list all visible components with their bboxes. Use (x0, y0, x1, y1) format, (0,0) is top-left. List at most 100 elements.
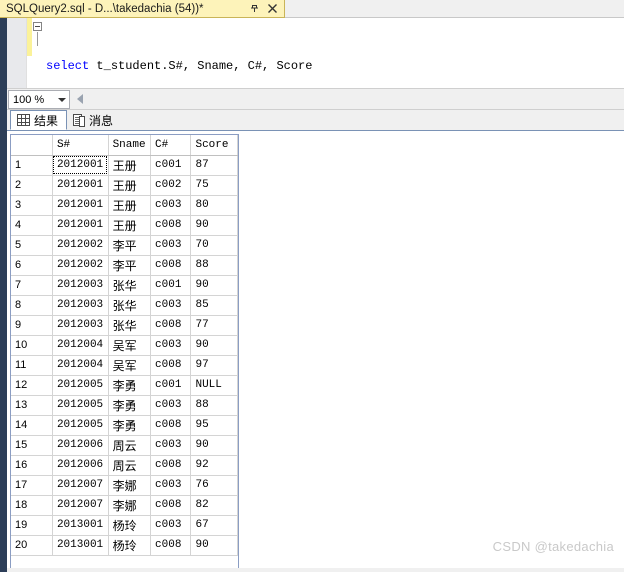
cell-sname[interactable]: 吴军 (108, 355, 152, 376)
tab-results[interactable]: 结果 (10, 110, 68, 130)
cell-sid[interactable]: 2012004 (52, 355, 109, 376)
cell-rownum[interactable]: 8 (11, 295, 53, 316)
cell-rownum[interactable]: 20 (11, 535, 53, 556)
cell-sid[interactable]: 2012001 (52, 175, 109, 196)
cell-sname[interactable]: 杨玲 (108, 515, 152, 536)
cell-score[interactable]: 97 (190, 355, 238, 376)
column-header-sid[interactable]: S# (52, 135, 109, 156)
cell-sid[interactable]: 2012003 (52, 315, 109, 336)
table-row[interactable]: 17 2012007 李娜 c003 76 (11, 475, 238, 496)
cell-sname[interactable]: 张华 (108, 315, 152, 336)
cell-rownum[interactable]: 18 (11, 495, 53, 516)
table-row[interactable]: 3 2012001 王册 c003 80 (11, 195, 238, 216)
chevron-down-icon[interactable] (55, 97, 69, 102)
cell-cid[interactable]: c001 (150, 155, 192, 176)
cell-cid[interactable]: c003 (150, 435, 192, 456)
editor-outlining-margin[interactable] (32, 18, 46, 88)
sql-code-text[interactable]: select t_student.S#, Sname, C#, Score fr… (46, 19, 624, 88)
cell-sid[interactable]: 2012002 (52, 255, 109, 276)
cell-rownum[interactable]: 15 (11, 435, 53, 456)
cell-sname[interactable]: 李娜 (108, 475, 152, 496)
cell-sid[interactable]: 2012001 (52, 155, 109, 176)
cell-score[interactable]: 77 (190, 315, 238, 336)
cell-cid[interactable]: c008 (150, 495, 192, 516)
cell-sid[interactable]: 2012006 (52, 435, 109, 456)
cell-sid[interactable]: 2012004 (52, 335, 109, 356)
table-row[interactable]: 19 2013001 杨玲 c003 67 (11, 515, 238, 536)
cell-sname[interactable]: 王册 (108, 155, 152, 176)
cell-sname[interactable]: 李勇 (108, 375, 152, 396)
table-row[interactable]: 1 2012001 王册 c001 87 (11, 155, 238, 176)
cell-sname[interactable]: 王册 (108, 215, 152, 236)
cell-sname[interactable]: 李娜 (108, 495, 152, 516)
table-row[interactable]: 2 2012001 王册 c002 75 (11, 175, 238, 196)
cell-sname[interactable]: 吴军 (108, 335, 152, 356)
column-header-rownum[interactable] (11, 135, 53, 156)
cell-sid[interactable]: 2012001 (52, 195, 109, 216)
cell-sname[interactable]: 王册 (108, 175, 152, 196)
collapse-box-icon[interactable] (33, 22, 42, 31)
cell-sid[interactable]: 2012003 (52, 295, 109, 316)
cell-rownum[interactable]: 13 (11, 395, 53, 416)
sql-editor[interactable]: select t_student.S#, Sname, C#, Score fr… (7, 18, 624, 89)
cell-sname[interactable]: 李勇 (108, 415, 152, 436)
splitter-grip-icon[interactable] (77, 94, 83, 104)
cell-cid[interactable]: c001 (150, 275, 192, 296)
cell-score[interactable]: 80 (190, 195, 238, 216)
cell-score[interactable]: 87 (190, 155, 238, 176)
results-grid[interactable]: S# Sname C# Score 1 2012001 王册 c001 87 2 20120… (11, 135, 238, 556)
cell-cid[interactable]: c008 (150, 535, 192, 556)
cell-rownum[interactable]: 1 (11, 155, 53, 176)
cell-cid[interactable]: c003 (150, 195, 192, 216)
cell-sname[interactable]: 周云 (108, 435, 152, 456)
cell-rownum[interactable]: 12 (11, 375, 53, 396)
cell-rownum[interactable]: 2 (11, 175, 53, 196)
cell-sid[interactable]: 2012005 (52, 395, 109, 416)
cell-cid[interactable]: c008 (150, 455, 192, 476)
cell-cid[interactable]: c003 (150, 515, 192, 536)
close-icon[interactable] (267, 3, 278, 14)
cell-cid[interactable]: c008 (150, 415, 192, 436)
pin-icon[interactable] (249, 3, 260, 14)
table-row[interactable]: 6 2012002 李平 c008 88 (11, 255, 238, 276)
table-row[interactable]: 18 2012007 李娜 c008 82 (11, 495, 238, 516)
cell-sname[interactable]: 杨玲 (108, 535, 152, 556)
cell-cid[interactable]: c008 (150, 315, 192, 336)
cell-sid[interactable]: 2012007 (52, 495, 109, 516)
cell-score[interactable]: 95 (190, 415, 238, 436)
cell-cid[interactable]: c003 (150, 295, 192, 316)
cell-score[interactable]: 90 (190, 435, 238, 456)
cell-score[interactable]: NULL (190, 375, 238, 396)
cell-cid[interactable]: c001 (150, 375, 192, 396)
cell-cid[interactable]: c002 (150, 175, 192, 196)
cell-sname[interactable]: 李平 (108, 235, 152, 256)
table-row[interactable]: 16 2012006 周云 c008 92 (11, 455, 238, 476)
cell-cid[interactable]: c003 (150, 395, 192, 416)
document-tab-sqlquery2[interactable]: SQLQuery2.sql - D...\takedachia (54))* (0, 0, 285, 18)
cell-sid[interactable]: 2012006 (52, 455, 109, 476)
table-row[interactable]: 10 2012004 吴军 c003 90 (11, 335, 238, 356)
cell-score[interactable]: 88 (190, 255, 238, 276)
cell-rownum[interactable]: 5 (11, 235, 53, 256)
cell-score[interactable]: 90 (190, 535, 238, 556)
cell-score[interactable]: 76 (190, 475, 238, 496)
cell-score[interactable]: 82 (190, 495, 238, 516)
cell-score[interactable]: 90 (190, 335, 238, 356)
cell-cid[interactable]: c003 (150, 235, 192, 256)
table-row[interactable]: 11 2012004 吴军 c008 97 (11, 355, 238, 376)
results-grid-container[interactable]: S# Sname C# Score 1 2012001 王册 c001 87 2 20120… (10, 134, 239, 571)
cell-cid[interactable]: c003 (150, 335, 192, 356)
cell-rownum[interactable]: 6 (11, 255, 53, 276)
cell-sname[interactable]: 张华 (108, 295, 152, 316)
cell-rownum[interactable]: 17 (11, 475, 53, 496)
table-row[interactable]: 9 2012003 张华 c008 77 (11, 315, 238, 336)
cell-score[interactable]: 67 (190, 515, 238, 536)
table-row[interactable]: 12 2012005 李勇 c001 NULL (11, 375, 238, 396)
cell-rownum[interactable]: 19 (11, 515, 53, 536)
cell-sname[interactable]: 周云 (108, 455, 152, 476)
cell-score[interactable]: 90 (190, 275, 238, 296)
table-row[interactable]: 7 2012003 张华 c001 90 (11, 275, 238, 296)
column-header-score[interactable]: Score (190, 135, 238, 156)
cell-cid[interactable]: c008 (150, 215, 192, 236)
cell-rownum[interactable]: 3 (11, 195, 53, 216)
